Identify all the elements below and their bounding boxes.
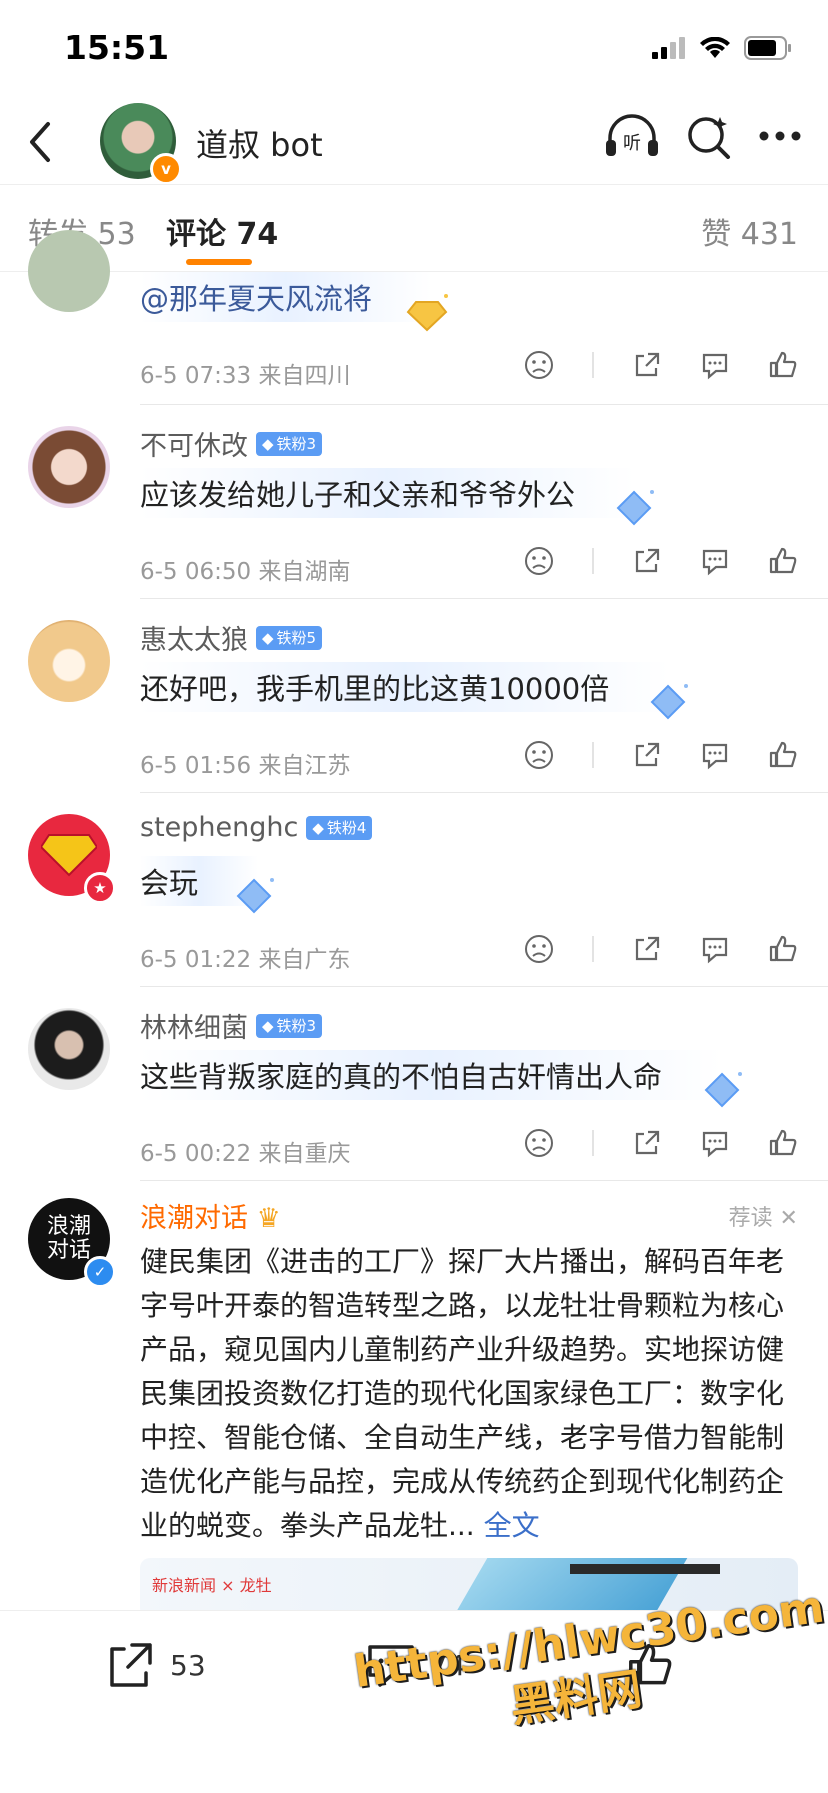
repost-button[interactable]: 53: [106, 1641, 206, 1689]
wifi-icon: [700, 37, 730, 58]
recommend-tag[interactable]: 荐读 ✕: [729, 1200, 798, 1232]
signal-icon: [652, 37, 685, 59]
tab-like[interactable]: 赞 431: [701, 209, 798, 253]
crown-icon: ♛: [256, 1203, 281, 1234]
commenter-avatar[interactable]: [28, 1008, 110, 1090]
commenter-name[interactable]: 不可休改 ◆ 铁粉3: [140, 424, 323, 463]
comment-actions: [524, 740, 798, 770]
back-arrow-icon[interactable]: [20, 114, 60, 170]
commenter-avatar[interactable]: [28, 620, 110, 702]
comment-text: 应该发给她儿子和父亲和爷爷外公: [140, 468, 636, 518]
commenter-name-text: 不可休改: [140, 431, 248, 462]
status-icons: [652, 36, 792, 60]
verified-badge-icon: v: [150, 153, 182, 185]
account-name[interactable]: 道叔 bot: [196, 120, 323, 166]
comment-text: 还好吧，我手机里的比这黄10000倍: [140, 662, 670, 712]
like-icon[interactable]: [768, 350, 798, 380]
dislike-face-icon[interactable]: [524, 1128, 554, 1158]
reply-icon[interactable]: [700, 934, 730, 964]
like-icon[interactable]: [768, 546, 798, 576]
promoted-account-name[interactable]: 浪潮对话 ♛: [140, 1196, 281, 1235]
comment-meta: 6-5 00:22 来自重庆: [140, 1141, 351, 1167]
dislike-face-icon[interactable]: [524, 740, 554, 770]
share-icon[interactable]: [632, 546, 662, 576]
diamond-icon: ◆: [312, 818, 324, 837]
verified-badge-icon: ✓: [84, 1256, 116, 1288]
full-text-link[interactable]: 全文: [484, 1509, 540, 1542]
commenter-avatar[interactable]: [28, 426, 110, 508]
share-icon[interactable]: [632, 1128, 662, 1158]
comment-actions: [524, 934, 798, 964]
diamond-sparkle-icon: [704, 1072, 742, 1108]
repost-count: 53: [170, 1648, 206, 1682]
reply-icon[interactable]: [700, 1128, 730, 1158]
share-icon[interactable]: [632, 350, 662, 380]
comment-meta: 6-5 01:56 来自江苏: [140, 753, 351, 779]
comment-text: @那年夏天风流将: [140, 272, 433, 322]
commenter-name[interactable]: stephenghc ◆ 铁粉4: [140, 812, 373, 843]
dislike-face-icon[interactable]: [524, 546, 554, 576]
battery-icon: [744, 36, 791, 60]
like-icon[interactable]: [768, 740, 798, 770]
tabs-bar: 转发 53 评论 74 赞 431: [0, 184, 828, 272]
more-icon[interactable]: [758, 130, 802, 142]
comment-meta: 6-5 07:33 来自四川: [140, 363, 351, 389]
fan-level-badge: ◆ 铁粉4: [306, 815, 373, 840]
account-avatar[interactable]: v: [100, 103, 182, 185]
banner-text: 新浪新闻 × 龙牡: [152, 1576, 272, 1595]
diamond-sparkle-icon: [406, 294, 448, 332]
promoted-body[interactable]: 健民集团《进击的工厂》探厂大片播出，解码百年老字号叶开泰的智造转型之路，以龙牡壮…: [140, 1240, 800, 1548]
diamond-sparkle-icon: [236, 878, 274, 914]
fan-level-badge: ◆ 铁粉3: [256, 431, 323, 456]
like-icon[interactable]: [768, 1128, 798, 1158]
svg-text:听: 听: [623, 133, 641, 154]
commenter-name-text: 林林细菌: [140, 1013, 248, 1044]
reply-icon[interactable]: [700, 740, 730, 770]
share-icon[interactable]: [632, 740, 662, 770]
comment-meta: 6-5 01:22 来自广东: [140, 947, 351, 973]
superman-logo-icon: [41, 834, 97, 877]
status-time: 15:51: [64, 28, 170, 67]
reply-icon[interactable]: [700, 350, 730, 380]
reply-icon[interactable]: [700, 546, 730, 576]
dislike-face-icon[interactable]: [524, 350, 554, 380]
diamond-icon: ◆: [262, 628, 274, 647]
comment-actions: [524, 1128, 798, 1158]
commenter-avatar[interactable]: [28, 230, 110, 312]
diamond-icon: ◆: [262, 1016, 274, 1035]
comment-text: 这些背叛家庭的真的不怕自古奸情出人命: [140, 1050, 723, 1100]
diamond-sparkle-icon: [616, 490, 654, 526]
active-tab-indicator: [186, 259, 252, 265]
commenter-name-text: 惠太太狼: [140, 625, 248, 656]
commenter-name-text: stephenghc: [140, 812, 299, 843]
promoted-avatar-text: 浪潮对话: [46, 1214, 91, 1263]
like-icon[interactable]: [768, 934, 798, 964]
nav-bar: v 道叔 bot 听: [0, 100, 828, 185]
comment-meta: 6-5 06:50 来自湖南: [140, 559, 351, 585]
commenter-name[interactable]: 惠太太狼 ◆ 铁粉5: [140, 618, 323, 657]
tab-comment[interactable]: 评论 74: [166, 209, 278, 253]
nav-actions: 听: [604, 112, 802, 160]
search-icon[interactable]: [686, 113, 732, 159]
comment-actions: [524, 546, 798, 576]
repost-icon: [110, 1643, 152, 1687]
share-icon[interactable]: [632, 934, 662, 964]
listen-icon[interactable]: 听: [604, 112, 660, 160]
fan-level-badge: ◆ 铁粉3: [256, 1013, 323, 1038]
verified-badge-icon: ★: [84, 872, 116, 904]
fan-level-badge: ◆ 铁粉5: [256, 625, 323, 650]
status-bar: 15:51: [0, 0, 828, 100]
diamond-icon: ◆: [262, 434, 274, 453]
dislike-face-icon[interactable]: [524, 934, 554, 964]
diamond-sparkle-icon: [650, 684, 688, 720]
comment-actions: [524, 350, 798, 380]
commenter-name[interactable]: 林林细菌 ◆ 铁粉3: [140, 1006, 323, 1045]
